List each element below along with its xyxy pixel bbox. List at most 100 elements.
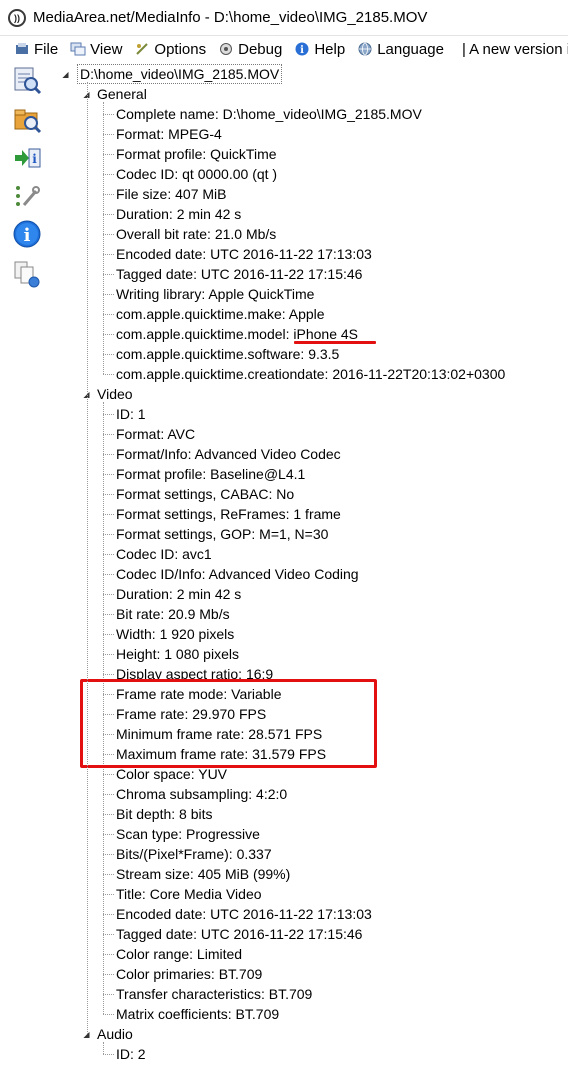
tree-item-video[interactable]: Encoded date: UTC 2016-11-22 17:13:03 [116, 904, 372, 924]
tree-guide-line [103, 314, 114, 315]
tree-item-video[interactable]: Codec ID: avc1 [116, 544, 212, 564]
tree-guide-line [103, 534, 114, 535]
tree-guide-line [103, 114, 114, 115]
tree-item-video[interactable]: Format/Info: Advanced Video Codec [116, 444, 341, 464]
menubar: File View Options Debug i Help Language … [0, 37, 568, 61]
tree-guide-line [103, 274, 114, 275]
tree-item-video[interactable]: Height: 1 080 pixels [116, 644, 239, 664]
tree-item-general[interactable]: Encoded date: UTC 2016-11-22 17:13:03 [116, 244, 372, 264]
tree-item-audio[interactable]: ID: 2 [116, 1044, 146, 1064]
tree-guide-line [103, 874, 114, 875]
tree-item-video[interactable]: ID: 1 [116, 404, 146, 424]
tree-item-video[interactable]: Duration: 2 min 42 s [116, 584, 241, 604]
menu-options[interactable]: Options [134, 41, 206, 58]
settings-tools-icon[interactable] [11, 180, 43, 212]
tree-item-video[interactable]: Format settings, CABAC: No [116, 484, 294, 504]
info-tree-view[interactable]: ◢ D:\home_video\IMG_2185.MOV ◢ General Compl… [56, 62, 568, 1073]
tree-item-video[interactable]: Transfer characteristics: BT.709 [116, 984, 312, 1004]
tree-section-audio[interactable]: Audio [97, 1024, 133, 1044]
new-version-notice[interactable]: | A new version i [462, 41, 568, 58]
tree-section-video[interactable]: Video [97, 384, 133, 404]
copy-compare-icon[interactable] [11, 258, 43, 290]
tree-item-general[interactable]: File size: 407 MiB [116, 184, 226, 204]
view-icon [70, 41, 86, 57]
tree-guide-line [103, 954, 114, 955]
tree-guide-line [87, 82, 88, 1034]
tree-item-video[interactable]: Matrix coefficients: BT.709 [116, 1004, 279, 1024]
menu-file-label: File [34, 40, 59, 58]
tree-guide-line [103, 414, 114, 415]
tree-item-video[interactable]: Bit depth: 8 bits [116, 804, 213, 824]
folder-open-icon[interactable] [11, 104, 43, 136]
window-titlebar: )) MediaArea.net/MediaInfo - D:\home_vid… [0, 0, 568, 36]
menu-debug[interactable]: Debug [218, 41, 282, 58]
tree-item-video[interactable]: Tagged date: UTC 2016-11-22 17:15:46 [116, 924, 362, 944]
tree-item-general[interactable]: Codec ID: qt 0000.00 (qt ) [116, 164, 277, 184]
tree-guide-line [103, 554, 114, 555]
tree-item-video[interactable]: Color primaries: BT.709 [116, 964, 262, 984]
tree-guide-line [103, 374, 114, 375]
tree-item-general[interactable]: Format profile: QuickTime [116, 144, 277, 164]
tree-item-general[interactable]: Format: MPEG-4 [116, 124, 222, 144]
tree-item-video[interactable]: Bit rate: 20.9 Mb/s [116, 604, 230, 624]
menu-view[interactable]: View [70, 41, 122, 58]
language-icon [357, 41, 373, 57]
options-icon [134, 41, 150, 57]
tree-guide-line [103, 934, 114, 935]
tree-guide-line [103, 294, 114, 295]
tree-item-video[interactable]: Format settings, ReFrames: 1 frame [116, 504, 341, 524]
tree-root-file[interactable]: D:\home_video\IMG_2185.MOV [77, 64, 283, 84]
menu-language[interactable]: Language [357, 41, 444, 58]
tree-item-video[interactable]: Width: 1 920 pixels [116, 624, 234, 644]
annotation-highlight-box [80, 679, 377, 768]
tree-item-video[interactable]: Format settings, GOP: M=1, N=30 [116, 524, 328, 544]
tree-item-general[interactable]: Tagged date: UTC 2016-11-22 17:15:46 [116, 264, 362, 284]
tree-item-video[interactable]: Chroma subsampling: 4:2:0 [116, 784, 287, 804]
tree-item-video[interactable]: Title: Core Media Video [116, 884, 262, 904]
tree-item-video[interactable]: Stream size: 405 MiB (99%) [116, 864, 290, 884]
svg-text:i: i [300, 45, 304, 56]
tree-guide-line [103, 214, 114, 215]
tree-item-general[interactable]: com.apple.quicktime.software: 9.3.5 [116, 344, 339, 364]
mediainfo-app-icon: )) [8, 8, 26, 27]
file-icon [14, 41, 30, 57]
tree-item-video[interactable]: Bits/(Pixel*Frame): 0.337 [116, 844, 272, 864]
menu-help[interactable]: i Help [294, 41, 345, 58]
tree-item-general[interactable]: com.apple.quicktime.creationdate: 2016-1… [116, 364, 505, 384]
menu-options-label: Options [154, 40, 207, 58]
tree-guide-line [103, 154, 114, 155]
tree-guide-line [103, 254, 114, 255]
tree-guide-line [103, 594, 114, 595]
tree-guide-line [103, 474, 114, 475]
tree-guide-line [103, 814, 114, 815]
tree-item-video[interactable]: Format: AVC [116, 424, 195, 444]
tree-guide-line [103, 454, 114, 455]
export-info-icon[interactable]: i [11, 142, 43, 174]
tree-guide-line [103, 834, 114, 835]
tree-guide-line [103, 994, 114, 995]
svg-text:i: i [24, 225, 31, 246]
tree-guide-line [103, 614, 114, 615]
tree-item-video[interactable]: Codec ID/Info: Advanced Video Coding [116, 564, 359, 584]
tree-guide-line [103, 794, 114, 795]
tree-item-video[interactable]: Scan type: Progressive [116, 824, 260, 844]
tree-guide-line [103, 334, 114, 335]
tree-guide-line [103, 354, 114, 355]
tree-item-general[interactable]: Duration: 2 min 42 s [116, 204, 241, 224]
tree-guide-line [103, 234, 114, 235]
tree-section-general[interactable]: General [97, 84, 147, 104]
tree-item-general[interactable]: Writing library: Apple QuickTime [116, 284, 314, 304]
sheet-view-icon[interactable] [11, 64, 43, 96]
tree-item-video[interactable]: Format profile: Baseline@L4.1 [116, 464, 305, 484]
tree-guide-line [103, 674, 114, 675]
tree-item-general[interactable]: Overall bit rate: 21.0 Mb/s [116, 224, 276, 244]
tree-item-video[interactable]: Color range: Limited [116, 944, 242, 964]
tree-guide-line [103, 894, 114, 895]
tree-item-general[interactable]: com.apple.quicktime.make: Apple [116, 304, 325, 324]
collapse-expander-icon[interactable]: ◢ [61, 70, 70, 79]
menu-file[interactable]: File [14, 41, 58, 58]
tree-guide-line [103, 654, 114, 655]
about-info-icon[interactable]: i [11, 218, 43, 250]
tree-guide-line [103, 134, 114, 135]
tree-item-general[interactable]: Complete name: D:\home_video\IMG_2185.MO… [116, 104, 422, 124]
